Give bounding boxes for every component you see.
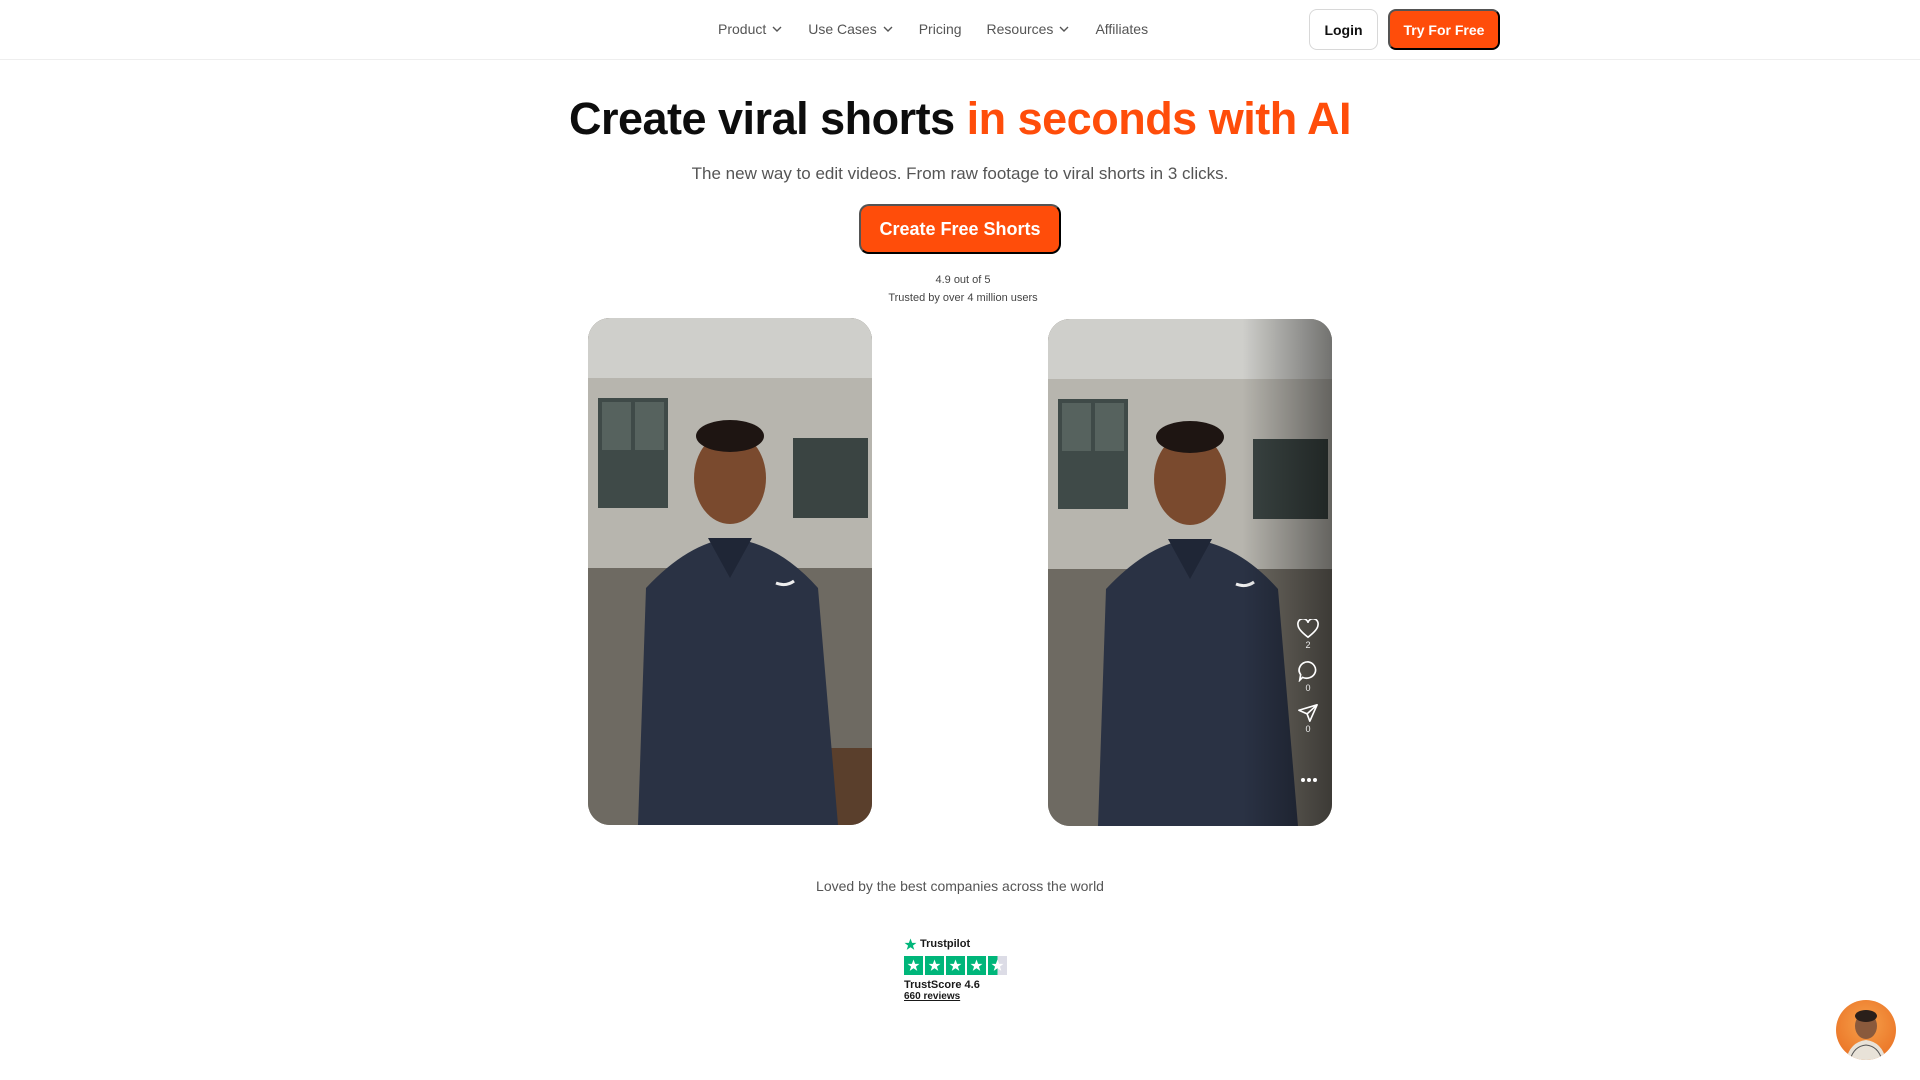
login-button[interactable]: Login (1309, 9, 1378, 50)
rating-block: 4.9 out of 5 Trusted by over 4 million u… (0, 271, 1920, 307)
nav-item-product[interactable]: Product (718, 21, 783, 37)
comment-action[interactable]: 0 (1297, 660, 1319, 693)
rating-text: 4.9 out of 5 (935, 274, 991, 286)
companies-tagline: Loved by the best companies across the w… (816, 878, 1104, 894)
trustpilot-star-icon (904, 938, 917, 950)
nav-item-label: Product (718, 21, 767, 37)
trust-text: Trusted by over 4 million users (888, 292, 1038, 304)
viral-short-video[interactable]: 2 0 0 (1048, 319, 1332, 826)
social-actions: 2 0 0 (1294, 619, 1322, 734)
chevron-down-icon (883, 26, 893, 32)
nav-item-use-cases[interactable]: Use Cases (808, 21, 893, 37)
site-header: Product Use Cases Pricing Resources Affi… (0, 0, 1920, 60)
nav-item-label: Resources (986, 21, 1054, 37)
heart-icon (1297, 619, 1319, 639)
trustpilot-brand-label: Trustpilot (920, 938, 971, 950)
video-vignette (1242, 319, 1332, 826)
nav-item-label: Use Cases (808, 21, 877, 37)
reviews-link[interactable]: 660 reviews (904, 991, 1014, 1002)
star-icon (967, 956, 986, 975)
trustpilot-widget[interactable]: Trustpilot TrustScore 4.6 660 reviews (904, 936, 1014, 1002)
nav-item-pricing[interactable]: Pricing (919, 21, 962, 37)
chevron-down-icon (772, 26, 782, 32)
trustpilot-stars (904, 956, 1014, 975)
nav-item-label: Pricing (918, 21, 962, 37)
headline-accent-text: in seconds with AI (966, 93, 1352, 144)
comment-icon (1298, 661, 1317, 682)
chevron-down-icon (1059, 26, 1069, 32)
star-icon (904, 956, 923, 975)
half-star-icon (988, 956, 1007, 975)
nav-item-resources[interactable]: Resources (987, 21, 1071, 37)
like-action[interactable]: 2 (1297, 619, 1319, 650)
trustpilot-brand: Trustpilot (904, 936, 1014, 952)
support-agent-avatar-icon (1846, 1010, 1886, 1060)
headline-dark-text: Create viral shorts (568, 93, 967, 144)
create-free-shorts-button[interactable]: Create Free Shorts (859, 204, 1061, 254)
share-action[interactable]: 0 (1297, 703, 1319, 734)
like-count: 2 (1305, 640, 1311, 650)
video-frame-image (588, 318, 872, 825)
hero-subheadline: The new way to edit videos. From raw foo… (691, 164, 1229, 183)
nav-item-label: Affiliates (1095, 21, 1149, 37)
try-for-free-button[interactable]: Try For Free (1388, 9, 1500, 50)
share-count: 0 (1305, 724, 1311, 734)
main-nav: Product Use Cases Pricing Resources Affi… (718, 0, 1148, 58)
star-icon (946, 956, 965, 975)
raw-footage-video[interactable] (588, 318, 872, 825)
comment-count: 0 (1305, 683, 1311, 693)
share-icon (1298, 704, 1318, 722)
chat-avatar[interactable] (1836, 1000, 1896, 1060)
trustscore-text: TrustScore 4.6 (904, 979, 980, 991)
star-icon (925, 956, 944, 975)
nav-item-affiliates[interactable]: Affiliates (1095, 21, 1148, 37)
hero-headline: Create viral shorts in seconds with AI (0, 93, 1920, 145)
more-options-icon[interactable] (1300, 777, 1318, 783)
